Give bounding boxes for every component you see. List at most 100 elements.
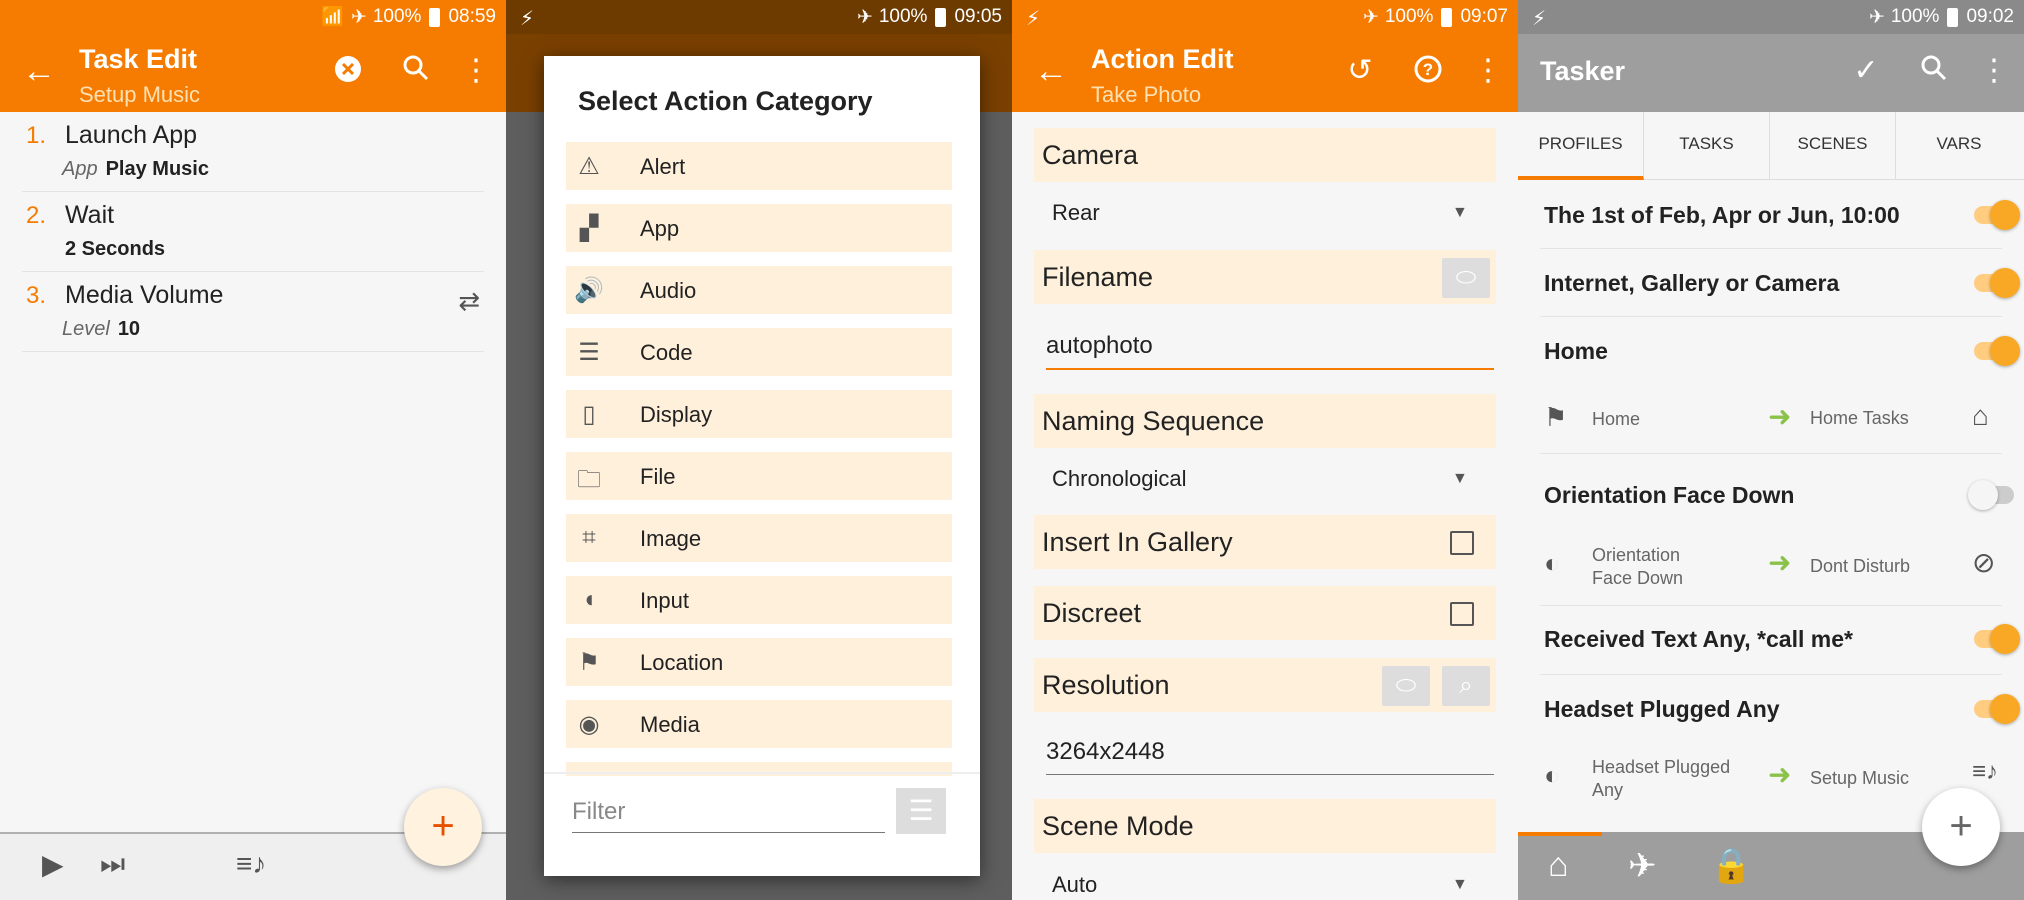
category-code[interactable]: ☰ Code <box>566 328 952 376</box>
close-icon[interactable] <box>328 54 368 92</box>
context-name: Orientation <box>1592 545 1681 565</box>
list-item[interactable]: 3. Media Volume Level 10 ⇄ <box>22 272 484 352</box>
category-app[interactable]: ▞ App <box>566 204 952 252</box>
label-tag-icon[interactable]: ⬭ <box>1382 666 1430 706</box>
battery-percent: 100% <box>1384 6 1434 27</box>
airplane-icon: ✈ <box>856 6 873 28</box>
profile-toggle[interactable] <box>1974 268 2020 298</box>
profile-context-row[interactable]: ⚑ Home ➜ Home Tasks ⌂ <box>1540 384 2002 454</box>
filter-list-icon[interactable]: ☰ <box>896 788 946 834</box>
category-media[interactable]: ◉ Media <box>566 700 952 748</box>
dropdown-arrow-icon[interactable]: ▼ <box>1452 204 1468 222</box>
profile-toggle[interactable] <box>1974 336 2020 366</box>
profile-context-row[interactable]: ◐ Orientation Face Down ➜ Dont Disturb ⊘ <box>1540 530 2002 606</box>
page-subtitle: Setup Music <box>79 82 201 107</box>
profile-toggle[interactable] <box>1968 480 2014 510</box>
app-title: Tasker <box>1540 56 1626 86</box>
tab-vars[interactable]: VARS <box>1896 112 2022 180</box>
param-key: App <box>62 158 98 180</box>
swap-icon[interactable]: ⇄ <box>458 286 480 317</box>
profile-toggle[interactable] <box>1974 200 2020 230</box>
profile-name: Home <box>1544 338 1608 364</box>
tab-bar: PROFILES TASKS SCENES VARS <box>1518 112 2024 180</box>
naming-select[interactable]: Chronological <box>1052 466 1187 492</box>
naming-label: Naming Sequence <box>1042 406 1265 436</box>
profile-toggle[interactable] <box>1974 694 2020 724</box>
queue-music-icon[interactable]: ≡♪ <box>236 848 266 880</box>
profile-row[interactable]: Orientation Face Down <box>1540 462 2014 530</box>
lock-icon[interactable]: 🔒 <box>1710 846 1752 886</box>
help-icon[interactable]: ? <box>1408 54 1448 92</box>
select-category-screen: ⚡ ✈ 100% 09:05 Select Action Category ⚠ A… <box>506 0 1012 900</box>
category-label: Input <box>640 588 689 613</box>
search-icon[interactable] <box>396 54 436 90</box>
category-input[interactable]: ◖ Input <box>566 576 952 624</box>
discreet-label: Discreet <box>1042 598 1142 628</box>
dropdown-arrow-icon[interactable]: ▼ <box>1452 876 1468 894</box>
search-icon[interactable] <box>1914 54 1954 90</box>
category-image[interactable]: ⌗ Image <box>566 514 952 562</box>
scene-mode-select[interactable]: Auto <box>1052 872 1097 898</box>
category-label: Display <box>640 402 713 427</box>
undo-icon[interactable]: ↺ <box>1340 54 1380 88</box>
category-alert[interactable]: ⚠ Alert <box>566 142 952 190</box>
profile-row[interactable]: Internet, Gallery or Camera <box>1540 248 2020 316</box>
add-action-button[interactable]: + <box>404 788 482 866</box>
profile-row[interactable]: Home <box>1540 316 2020 384</box>
filter-input[interactable]: Filter <box>572 798 885 833</box>
discreet-checkbox[interactable] <box>1450 602 1474 626</box>
category-location[interactable]: ⚑ Location <box>566 638 952 686</box>
app-bar: ← Action Edit Take Photo ↺ ? ⋮ <box>1012 34 1518 112</box>
category-label: Location <box>640 650 724 675</box>
gallery-section: Insert In Gallery <box>1034 515 1496 569</box>
tab-tasks[interactable]: TASKS <box>1644 112 1770 180</box>
check-icon[interactable]: ✓ <box>1846 54 1886 88</box>
more-vert-icon[interactable]: ⋮ <box>1974 54 2014 88</box>
status-bar: ⚡ ✈ 100% 09:07 <box>1012 0 1518 34</box>
step-icon[interactable]: ⏭ <box>100 848 125 881</box>
camera-select[interactable]: Rear <box>1052 200 1100 226</box>
dropdown-arrow-icon[interactable]: ▼ <box>1452 470 1468 488</box>
category-label: Image <box>640 526 702 551</box>
home-icon[interactable]: ⌂ <box>1548 846 1569 885</box>
resolution-input[interactable]: 3264x2448 <box>1046 738 1494 775</box>
category-file[interactable]: 🗀 File <box>566 452 952 500</box>
label-tag-icon[interactable]: ⬭ <box>1442 258 1490 298</box>
flag-icon: ⚑ <box>578 649 600 676</box>
airplane-icon: ✈ <box>350 6 367 28</box>
back-arrow-icon[interactable]: ← <box>1034 54 1068 88</box>
mouse-icon: ◖ <box>581 586 597 613</box>
filename-input[interactable]: autophoto <box>1046 332 1494 370</box>
more-vert-icon[interactable]: ⋮ <box>1468 54 1508 88</box>
profile-name: The 1st of Feb, Apr or Jun, 10:00 <box>1544 202 1900 228</box>
task-action-list: 1. Launch App App Play Music 2. Wait 2 Se… <box>0 112 506 352</box>
list-item[interactable]: 1. Launch App App Play Music <box>22 112 484 192</box>
task-edit-screen: 📶 ✈ 100% 08:59 ← Task Edit Setup Music ⋮… <box>0 0 506 900</box>
battery-percent: 100% <box>1890 6 1940 27</box>
task-name: Setup Music <box>1810 768 1910 788</box>
param-key: Level <box>62 318 110 340</box>
tab-profiles[interactable]: PROFILES <box>1518 112 1644 180</box>
tab-scenes[interactable]: SCENES <box>1770 112 1896 180</box>
profile-toggle[interactable] <box>1974 624 2020 654</box>
profile-row[interactable]: Headset Plugged Any <box>1540 674 2020 742</box>
add-profile-button[interactable]: + <box>1922 788 2000 866</box>
naming-section: Naming Sequence <box>1034 394 1496 448</box>
list-item[interactable]: 2. Wait 2 Seconds <box>22 192 484 272</box>
apps-icon: ▞ <box>579 215 599 242</box>
action-name: Wait <box>65 201 115 229</box>
category-display[interactable]: ▯ Display <box>566 390 952 438</box>
camera-icon: ◉ <box>578 711 600 738</box>
category-audio[interactable]: 🔊 Audio <box>566 266 952 314</box>
airplane-icon[interactable]: ✈ <box>1628 846 1657 886</box>
action-number: 1. <box>26 122 47 149</box>
queue-music-icon: ≡♪ <box>1972 758 1999 785</box>
play-icon[interactable]: ▶ <box>42 848 64 881</box>
gallery-checkbox[interactable] <box>1450 531 1474 555</box>
search-icon[interactable]: ⌕ <box>1442 666 1490 706</box>
profile-row[interactable]: Received Text Any, *call me* <box>1540 606 2020 674</box>
back-arrow-icon[interactable]: ← <box>22 54 56 88</box>
more-vert-icon[interactable]: ⋮ <box>456 54 496 88</box>
divider <box>544 772 980 774</box>
profile-row[interactable]: The 1st of Feb, Apr or Jun, 10:00 <box>1540 180 2020 248</box>
